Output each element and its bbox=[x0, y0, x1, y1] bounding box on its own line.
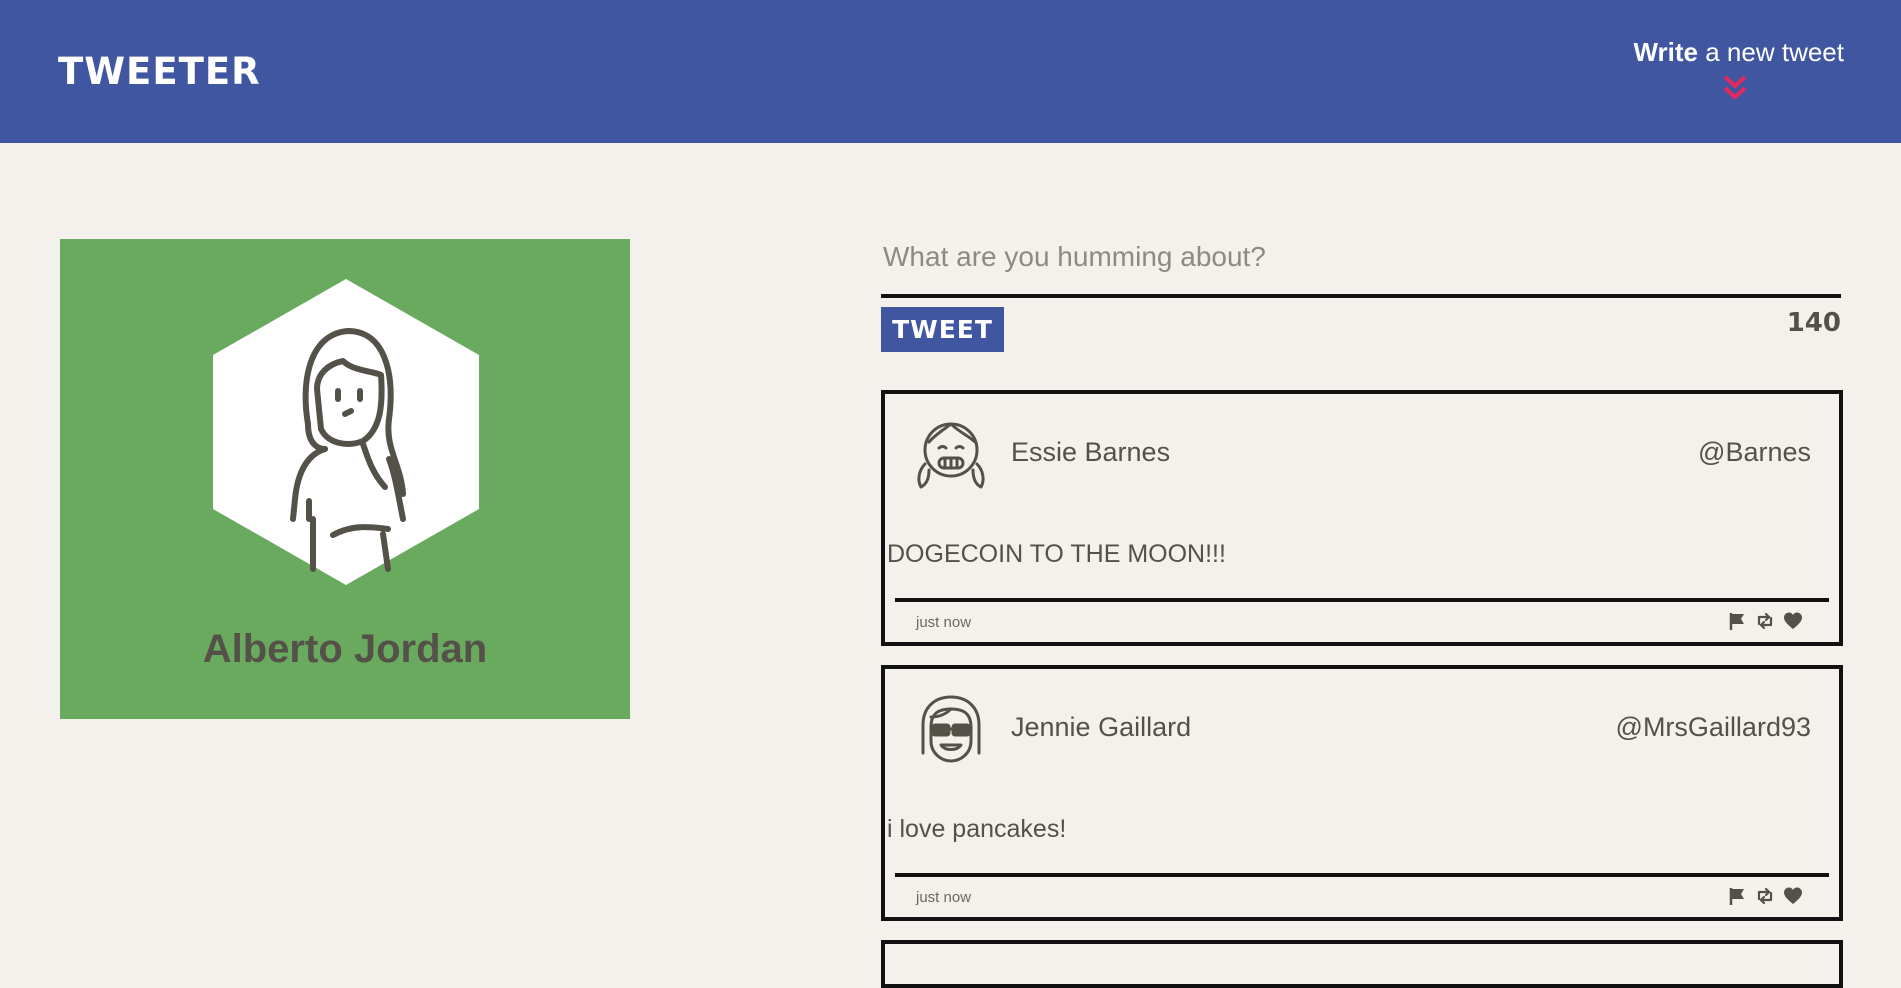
tweet-author-handle: @Barnes bbox=[1698, 437, 1811, 467]
heart-icon[interactable] bbox=[1783, 886, 1803, 906]
woman-avatar-icon bbox=[213, 279, 479, 585]
tweet-actions bbox=[1727, 611, 1817, 633]
tweet-actions bbox=[1727, 886, 1817, 908]
retweet-icon[interactable] bbox=[1755, 886, 1775, 906]
composer-divider bbox=[881, 294, 1841, 298]
tweet-timestamp: just now bbox=[916, 614, 972, 631]
double-chevron-down-icon[interactable] bbox=[1720, 74, 1750, 102]
tweet-divider bbox=[895, 598, 1829, 602]
flag-icon[interactable] bbox=[1727, 611, 1747, 631]
write-label-rest: a new tweet bbox=[1698, 37, 1844, 67]
tweet-submit-button[interactable]: TWEET bbox=[881, 307, 1004, 352]
tweet-text: i love pancakes! bbox=[887, 815, 1067, 843]
tweet-card: Essie Barnes @Barnes DOGECOIN TO THE MOO… bbox=[881, 390, 1843, 646]
girl-sunglasses-avatar-icon bbox=[921, 695, 981, 763]
tweet-card: Jennie Gaillard @MrsGaillard93 i love pa… bbox=[881, 665, 1843, 921]
tweet-author-name: Essie Barnes bbox=[1011, 437, 1171, 467]
profile-name: Alberto Jordan bbox=[202, 627, 488, 671]
brand-logo[interactable]: TWEETER bbox=[58, 50, 261, 93]
new-tweet-composer: TWEET 140 bbox=[881, 232, 1841, 352]
profile-card: Alberto Jordan bbox=[60, 239, 630, 719]
tweet-timestamp: just now bbox=[916, 889, 972, 906]
retweet-icon[interactable] bbox=[1755, 611, 1775, 631]
girl-pigtails-avatar-icon bbox=[917, 422, 985, 489]
character-counter: 140 bbox=[1786, 308, 1841, 338]
write-label-strong: Write bbox=[1633, 37, 1699, 67]
tweet-text: DOGECOIN TO THE MOON!!! bbox=[887, 540, 1226, 568]
tweet-text-input[interactable] bbox=[883, 232, 1833, 282]
write-new-tweet-label[interactable]: Write a new tweet bbox=[1604, 38, 1844, 67]
tweet-author-handle: @MrsGaillard93 bbox=[1615, 712, 1811, 742]
flag-icon[interactable] bbox=[1727, 886, 1747, 906]
tweet-card bbox=[881, 940, 1843, 988]
heart-icon[interactable] bbox=[1783, 611, 1803, 631]
tweet-author-name: Jennie Gaillard bbox=[1011, 712, 1192, 742]
tweet-divider bbox=[895, 873, 1829, 877]
top-nav-bar: TWEETER Write a new tweet bbox=[0, 0, 1901, 143]
write-new-tweet-toggle[interactable]: Write a new tweet bbox=[1604, 38, 1844, 104]
